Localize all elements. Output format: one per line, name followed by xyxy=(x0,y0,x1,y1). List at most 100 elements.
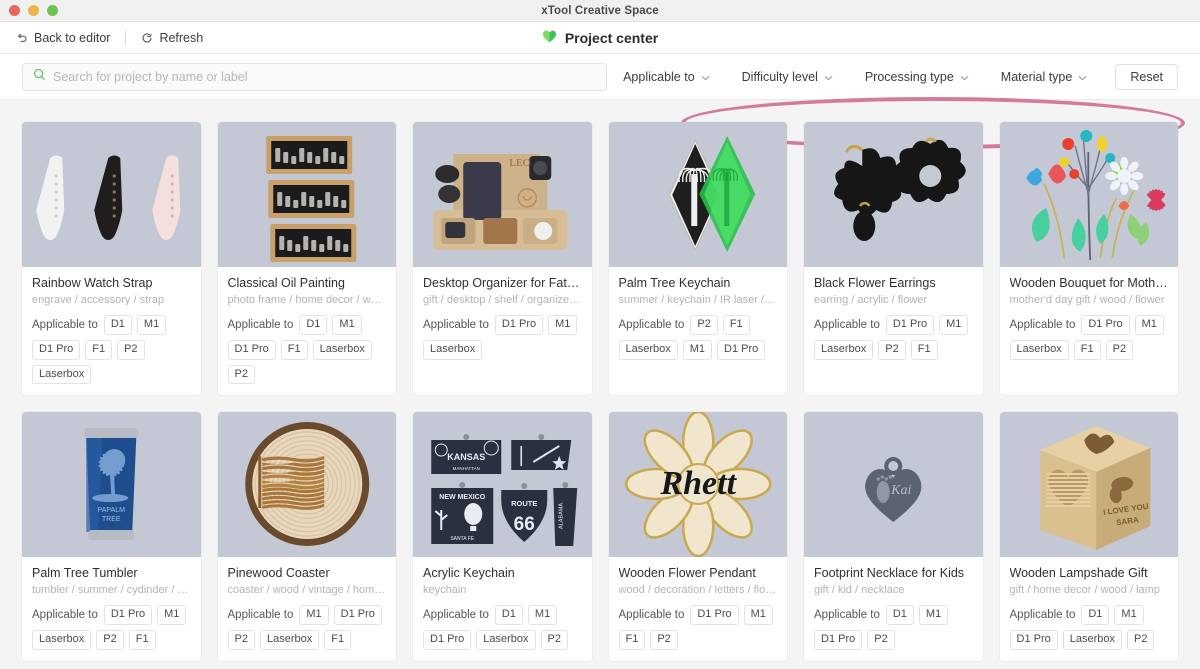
refresh-button[interactable]: Refresh xyxy=(141,31,203,45)
machine-chip[interactable]: D1 Pro xyxy=(1081,315,1130,335)
machine-chip[interactable]: D1 Pro xyxy=(717,339,766,360)
applicable-to-label: Applicable to xyxy=(423,318,489,331)
machine-chip[interactable]: P2 xyxy=(1127,630,1155,650)
search-box[interactable] xyxy=(22,62,608,91)
machine-chip[interactable]: M1 xyxy=(548,315,578,335)
machine-chip[interactable]: P2 xyxy=(227,364,255,385)
project-card[interactable]: PAPALM TREE Palm Tree Tumbler tumbler / … xyxy=(22,412,201,661)
project-thumbnail[interactable]: PAPALM TREE xyxy=(22,412,201,558)
back-to-editor-button[interactable]: Back to editor xyxy=(16,31,110,45)
machine-chip[interactable]: P2 xyxy=(878,339,906,360)
machine-chip[interactable]: M1 xyxy=(939,315,969,335)
machine-chip[interactable]: M1 xyxy=(136,315,167,335)
filter-applicable-to[interactable]: Applicable to xyxy=(607,63,726,91)
project-card[interactable]: LEO Desktop Organizer for Father's Da...… xyxy=(413,122,592,396)
machine-chip[interactable]: Laserbox xyxy=(1062,630,1123,650)
machine-chip[interactable]: D1 Pro xyxy=(227,339,276,360)
project-card[interactable]: Pinewood Coaster coaster / wood / vintag… xyxy=(217,412,396,661)
reset-filters-button[interactable]: Reset xyxy=(1115,63,1178,90)
machine-chip[interactable]: M1 xyxy=(682,339,713,360)
search-input[interactable] xyxy=(53,69,597,84)
machine-chip[interactable]: F1 xyxy=(280,339,308,360)
machine-chip[interactable]: D1 xyxy=(103,315,132,335)
machine-chip[interactable]: D1 Pro xyxy=(32,339,81,360)
project-thumbnail[interactable] xyxy=(999,122,1178,267)
machine-chip[interactable]: D1 xyxy=(299,315,328,335)
chevron-down-icon xyxy=(824,70,833,84)
machine-chip[interactable]: P2 xyxy=(96,630,124,650)
project-thumbnail[interactable]: KANSAS MANHATTAN NEW MEXICO SANTA FE ROU… xyxy=(413,412,592,558)
filter-processing-type[interactable]: Processing type xyxy=(849,63,985,91)
machine-chip[interactable]: Laserbox xyxy=(814,339,874,360)
filter-difficulty-level-label: Difficulty level xyxy=(741,69,818,84)
machine-chip[interactable]: Laserbox xyxy=(312,339,372,360)
machine-chip[interactable]: P2 xyxy=(650,630,678,650)
machine-chip[interactable]: D1 Pro xyxy=(423,630,472,650)
project-card[interactable]: Rhett Wooden Flower Pendant wood / decor… xyxy=(608,412,787,661)
project-thumbnail[interactable]: I LOVE YOU SARA xyxy=(999,412,1178,558)
applicable-machines-row: Applicable to D1 M1 D1 Pro P2 xyxy=(814,605,973,650)
machine-chip[interactable]: P2 xyxy=(117,339,145,360)
machine-chip[interactable]: D1 Pro xyxy=(494,315,544,335)
machine-chip[interactable]: P2 xyxy=(1105,339,1134,360)
machine-chip[interactable]: P2 xyxy=(690,315,718,335)
machine-chip[interactable]: M1 xyxy=(1134,315,1164,335)
machine-chip[interactable]: P2 xyxy=(867,630,895,650)
filter-material-type[interactable]: Material type xyxy=(985,63,1104,91)
project-thumbnail[interactable] xyxy=(22,122,201,267)
filter-difficulty-level[interactable]: Difficulty level xyxy=(726,63,849,91)
machine-chip[interactable]: M1 xyxy=(157,605,187,625)
machine-chip[interactable]: P2 xyxy=(227,630,255,650)
machine-chip[interactable]: Laserbox xyxy=(476,630,536,650)
machine-chip[interactable]: D1 Pro xyxy=(103,605,153,625)
machine-chip[interactable]: F1 xyxy=(1073,339,1101,360)
machine-chip[interactable]: M1 xyxy=(527,605,558,625)
machine-chip[interactable]: D1 xyxy=(494,605,523,625)
project-thumbnail[interactable]: Kai xyxy=(804,412,983,558)
project-thumbnail[interactable] xyxy=(804,122,983,267)
machine-chip[interactable]: M1 xyxy=(1114,605,1144,625)
machine-chip[interactable]: Laserbox xyxy=(423,339,483,360)
project-thumbnail[interactable]: LEO xyxy=(413,122,592,267)
machine-chip[interactable]: Laserbox xyxy=(618,339,678,360)
project-card[interactable]: I LOVE YOU SARA Wooden Lampshade Gift gi… xyxy=(999,412,1178,661)
project-thumbnail[interactable] xyxy=(217,122,396,267)
machine-chip[interactable]: M1 xyxy=(918,605,949,625)
machine-chip[interactable]: D1 Pro xyxy=(690,605,739,625)
machine-chip[interactable]: Laserbox xyxy=(259,630,320,650)
machine-chip[interactable]: D1 Pro xyxy=(1009,630,1058,650)
machine-chip[interactable]: F1 xyxy=(324,630,352,650)
machine-chip[interactable]: D1 Pro xyxy=(885,315,935,335)
project-card[interactable]: Kai Footprint Necklace for Kids gift / k… xyxy=(804,412,983,661)
svg-text:ROUTE: ROUTE xyxy=(511,499,537,508)
machine-chip[interactable]: F1 xyxy=(618,630,646,650)
machine-chip[interactable]: D1 Pro xyxy=(814,630,863,650)
machine-chip[interactable]: M1 xyxy=(743,605,773,625)
project-card-body: Wooden Bouquet for Mother's Day mother'd… xyxy=(1000,267,1179,371)
project-thumbnail[interactable] xyxy=(217,412,396,558)
applicable-to-label: Applicable to xyxy=(227,318,294,331)
machine-chip[interactable]: D1 Pro xyxy=(333,605,382,625)
project-card[interactable]: KANSAS MANHATTAN NEW MEXICO SANTA FE ROU… xyxy=(413,412,592,661)
machine-chip[interactable]: M1 xyxy=(299,605,329,625)
machine-chip[interactable]: D1 xyxy=(885,605,914,625)
project-card[interactable]: Palm Tree Keychain summer / keychain / I… xyxy=(608,122,787,396)
project-card[interactable]: Rainbow Watch Strap engrave / accessory … xyxy=(22,122,201,396)
machine-chip[interactable]: F1 xyxy=(85,339,113,360)
project-card-body: Rainbow Watch Strap engrave / accessory … xyxy=(22,267,201,395)
machine-chip[interactable]: Laserbox xyxy=(32,364,92,385)
machine-chip[interactable]: F1 xyxy=(910,339,938,360)
machine-chip[interactable]: F1 xyxy=(128,630,156,650)
project-card[interactable]: Wooden Bouquet for Mother's Day mother'd… xyxy=(999,122,1179,396)
project-thumbnail[interactable] xyxy=(608,122,787,267)
machine-chip[interactable]: D1 xyxy=(1081,605,1110,625)
project-thumbnail[interactable]: Rhett xyxy=(608,412,787,558)
applicable-to-label: Applicable to xyxy=(1009,318,1076,331)
project-card[interactable]: Classical Oil Painting photo frame / hom… xyxy=(217,122,396,396)
machine-chip[interactable]: P2 xyxy=(540,630,568,650)
machine-chip[interactable]: F1 xyxy=(722,315,750,335)
project-card[interactable]: Black Flower Earrings earring / acrylic … xyxy=(804,122,983,396)
machine-chip[interactable]: Laserbox xyxy=(32,630,92,650)
machine-chip[interactable]: M1 xyxy=(332,315,362,335)
machine-chip[interactable]: Laserbox xyxy=(1009,339,1069,360)
